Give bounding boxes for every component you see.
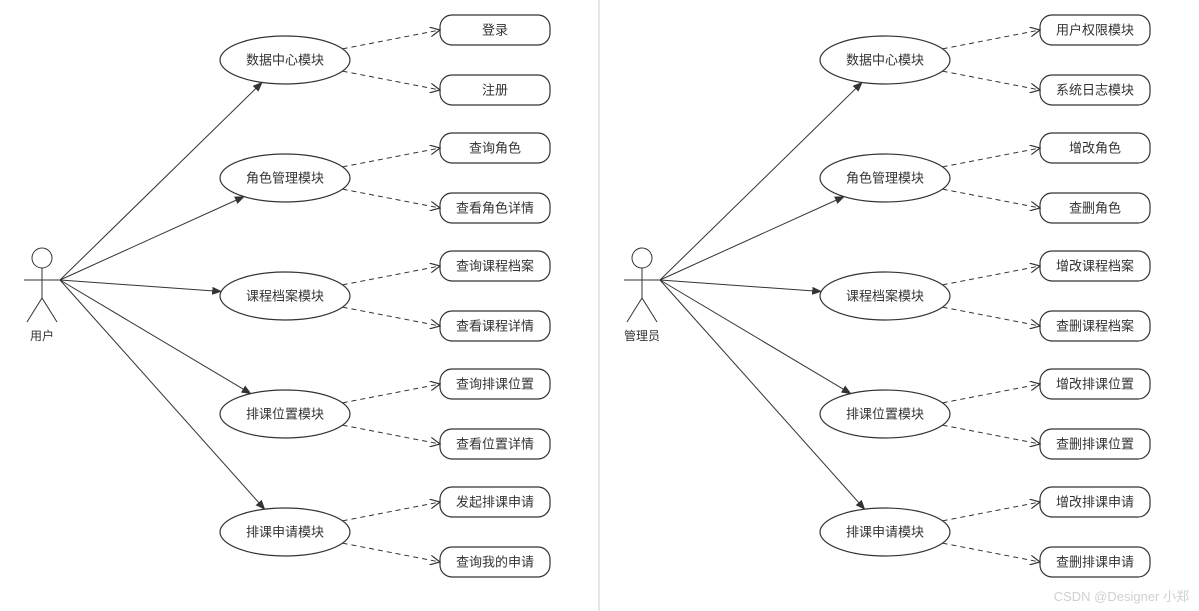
use-case-leaf-label: 查询角色: [469, 141, 521, 156]
use-case-leaf-label: 查看课程详情: [456, 319, 534, 334]
actor-head-icon: [32, 248, 52, 268]
use-case-diagram: 用户 数据中心模块 登录注册角色管理模块 查询角色查看角色详情课程档案模块 查询课程档案…: [0, 0, 1199, 611]
use-case-leaf-label: 查删排课位置: [1056, 437, 1134, 452]
module-leaf-link: [343, 189, 440, 208]
use-case-leaf-label: 增改排课申请: [1056, 495, 1134, 510]
use-case-leaf-label: 增改角色: [1069, 141, 1121, 156]
use-case-leaf-label: 查看角色详情: [456, 201, 534, 216]
actor-leg: [627, 298, 642, 322]
module-leaf-link: [343, 71, 440, 90]
use-case-leaf-label: 用户权限模块: [1056, 23, 1134, 38]
use-case-leaf-label: 查删角色: [1069, 201, 1121, 216]
module-leaf-link: [943, 384, 1040, 403]
actor-module-link: [660, 197, 844, 280]
module-leaf-link: [343, 30, 440, 49]
actor-head-icon: [632, 248, 652, 268]
module-leaf-link: [343, 148, 440, 167]
module-label: 课程档案模块: [246, 289, 324, 304]
module-label: 排课申请模块: [846, 525, 924, 540]
module-leaf-link: [943, 502, 1040, 521]
module-leaf-link: [343, 425, 440, 444]
module-leaf-link: [343, 502, 440, 521]
use-case-leaf-label: 查删课程档案: [1056, 319, 1134, 334]
module-label: 数据中心模块: [846, 53, 924, 68]
use-case-leaf-label: 查询课程档案: [456, 259, 534, 274]
module-label: 排课位置模块: [846, 407, 924, 422]
use-case-leaf-label: 登录: [482, 23, 508, 38]
module-leaf-link: [343, 266, 440, 285]
module-leaf-link: [943, 148, 1040, 167]
user-use-case-panel: 用户 数据中心模块 登录注册角色管理模块 查询角色查看角色详情课程档案模块 查询课程档案…: [24, 15, 550, 577]
actor-module-link: [60, 197, 244, 280]
use-case-leaf-label: 增改排课位置: [1056, 377, 1134, 392]
module-leaf-link: [943, 266, 1040, 285]
actor-module-link: [60, 280, 265, 509]
actor-leg: [27, 298, 42, 322]
use-case-leaf-label: 系统日志模块: [1056, 83, 1134, 98]
actor-leg: [42, 298, 57, 322]
actor-label: 管理员: [624, 328, 660, 343]
module-leaf-link: [343, 307, 440, 326]
use-case-leaf-label: 注册: [482, 83, 508, 98]
module-label: 排课申请模块: [246, 525, 324, 540]
admin-use-case-panel: 管理员 数据中心模块 用户权限模块系统日志模块角色管理模块 增改角色查删角色课程档案模…: [624, 15, 1150, 577]
module-leaf-link: [343, 384, 440, 403]
actor-leg: [642, 298, 657, 322]
module-label: 排课位置模块: [246, 407, 324, 422]
use-case-leaf-label: 查看位置详情: [456, 437, 534, 452]
actor-module-link: [660, 280, 821, 291]
module-leaf-link: [343, 543, 440, 562]
module-leaf-link: [943, 425, 1040, 444]
actor-label: 用户: [30, 328, 54, 343]
module-leaf-link: [943, 307, 1040, 326]
use-case-leaf-label: 增改课程档案: [1056, 259, 1134, 274]
module-label: 数据中心模块: [246, 53, 324, 68]
module-label: 课程档案模块: [846, 289, 924, 304]
module-label: 角色管理模块: [246, 171, 324, 186]
actor-module-link: [60, 280, 221, 291]
module-label: 角色管理模块: [846, 171, 924, 186]
use-case-leaf-label: 查询排课位置: [456, 377, 534, 392]
use-case-leaf-label: 发起排课申请: [456, 495, 534, 510]
actor-module-link: [660, 280, 865, 509]
use-case-leaf-label: 查询我的申请: [456, 555, 534, 570]
module-leaf-link: [943, 189, 1040, 208]
use-case-leaf-label: 查删排课申请: [1056, 555, 1134, 570]
module-leaf-link: [943, 71, 1040, 90]
module-leaf-link: [943, 30, 1040, 49]
module-leaf-link: [943, 543, 1040, 562]
